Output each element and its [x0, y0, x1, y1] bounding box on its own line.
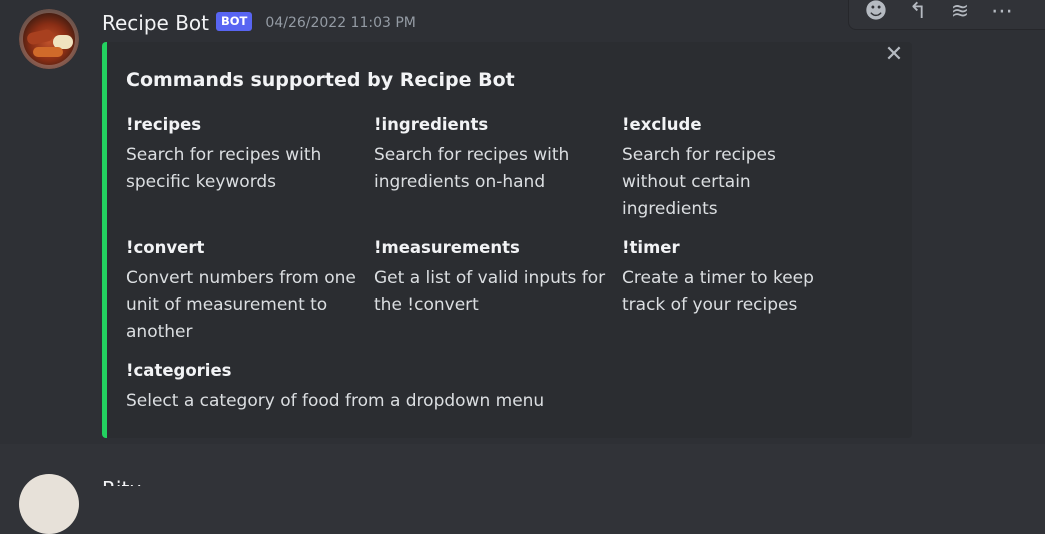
next-message-username[interactable]: Ritu — [102, 474, 182, 486]
command-embed: ✕ Commands supported by Recipe Bot !reci… — [102, 42, 912, 438]
username[interactable]: Recipe Bot — [102, 11, 209, 35]
field-name: !ingredients — [374, 115, 489, 134]
field-value: Search for recipes with specific keyword… — [126, 145, 322, 192]
avatar-rim — [19, 9, 79, 69]
field-name: !recipes — [126, 115, 202, 134]
field-value: Select a category of food from a dropdow… — [126, 391, 545, 411]
reply-icon[interactable]: ↰ — [897, 0, 939, 28]
field-value: Search for recipes with ingredients on-h… — [374, 145, 570, 192]
field-convert: !convert Convert numbers from one unit o… — [126, 237, 362, 346]
message-timestamp[interactable]: 04/26/2022 11:03 PM — [265, 15, 415, 31]
field-value: Get a list of valid inputs for the !conv… — [374, 268, 606, 315]
field-value: Create a timer to keep track of your rec… — [622, 268, 814, 315]
field-value: Convert numbers from one unit of measure… — [126, 268, 356, 342]
embed-title: Commands supported by Recipe Bot — [126, 69, 515, 91]
message-header: Recipe Bot BOT 04/26/2022 11:03 PM — [102, 9, 416, 37]
field-timer: !timer Create a timer to keep track of y… — [622, 237, 858, 319]
next-message-avatar[interactable] — [19, 474, 79, 534]
more-icon[interactable]: ⋯ — [981, 0, 1023, 28]
field-name: !categories — [126, 361, 232, 380]
field-exclude: !exclude Search for recipes without cert… — [622, 114, 812, 223]
emoji-icon[interactable]: ☻ — [855, 0, 897, 28]
field-recipes: !recipes Search for recipes with specifi… — [126, 114, 362, 196]
field-ingredients: !ingredients Search for recipes with ing… — [374, 114, 610, 196]
bot-avatar[interactable] — [19, 9, 79, 69]
thread-icon[interactable]: ≋ — [939, 0, 981, 28]
bot-tag-badge: BOT — [216, 11, 253, 31]
field-name: !convert — [126, 238, 205, 257]
close-icon[interactable]: ✕ — [882, 43, 906, 67]
field-value: Search for recipes without certain ingre… — [622, 145, 776, 219]
field-name: !measurements — [374, 238, 520, 257]
field-categories: !categories Select a category of food fr… — [126, 360, 726, 415]
field-name: !timer — [622, 238, 680, 257]
field-measurements: !measurements Get a list of valid inputs… — [374, 237, 610, 319]
message-actions-toolbar: ☻ ↰ ≋ ⋯ — [848, 0, 1045, 30]
field-name: !exclude — [622, 115, 702, 134]
